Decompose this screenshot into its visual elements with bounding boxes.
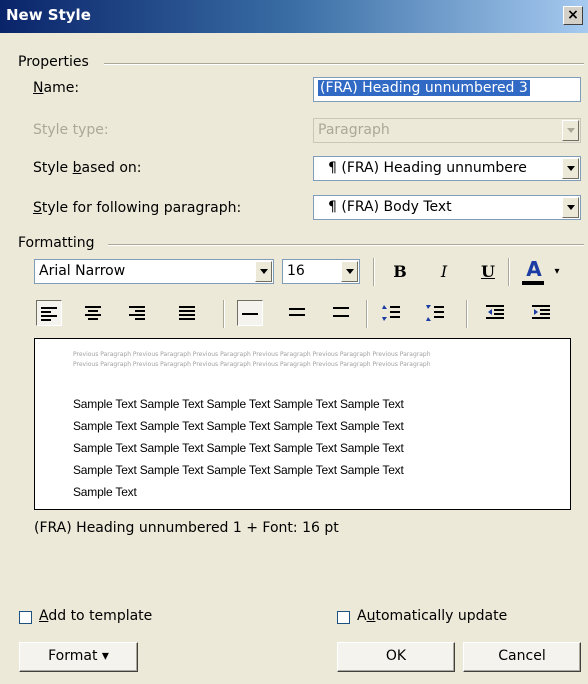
align-center-button[interactable]: [80, 300, 106, 326]
close-button[interactable]: ×: [563, 6, 583, 25]
align-left-button[interactable]: [36, 300, 62, 326]
style-type-label: Style type:: [33, 122, 109, 138]
justify-button[interactable]: [174, 300, 200, 326]
toolbar-separator: [373, 258, 375, 286]
increase-indent-button[interactable]: [528, 300, 554, 326]
cancel-button[interactable]: Cancel: [463, 642, 581, 672]
previous-paragraph-line: Previous Paragraph Previous Paragraph Pr…: [73, 361, 431, 368]
font-color-dropdown-arrow[interactable]: ▾: [550, 259, 564, 285]
font-color-bar: [522, 281, 544, 285]
add-to-template-label[interactable]: Add to template: [39, 608, 152, 624]
title-bar: New Style ×: [0, 0, 588, 33]
double-spacing-icon: [333, 307, 349, 317]
space-before-icon: [382, 305, 400, 321]
increase-indent-icon: [532, 305, 550, 319]
name-label: Name:: [33, 80, 80, 96]
align-right-button[interactable]: [124, 300, 150, 326]
style-based-on-dropdown[interactable]: ¶ (FRA) Heading unnumbere: [313, 156, 581, 181]
sample-text-line: Sample Text: [73, 485, 137, 499]
align-left-icon: [41, 307, 57, 321]
following-paragraph-dropdown[interactable]: ¶ (FRA) Body Text: [313, 195, 581, 220]
sample-text-line: Sample Text Sample Text Sample Text Samp…: [73, 463, 404, 477]
italic-button[interactable]: I: [431, 259, 457, 285]
chevron-down-icon[interactable]: [255, 261, 272, 282]
space-before-button[interactable]: [378, 300, 404, 326]
properties-group-label: Properties: [18, 54, 89, 70]
font-name-dropdown[interactable]: Arial Narrow: [34, 259, 274, 284]
formatting-divider: [108, 244, 584, 246]
single-spacing-icon: [242, 313, 258, 315]
formatting-group-label: Formatting: [18, 235, 95, 251]
chevron-down-icon: [562, 120, 579, 141]
name-field[interactable]: (FRA) Heading unnumbered 3: [313, 77, 581, 102]
chevron-down-icon[interactable]: [341, 261, 358, 282]
add-to-template-checkbox[interactable]: [19, 611, 32, 624]
space-after-button[interactable]: [422, 300, 448, 326]
close-icon: ×: [567, 7, 579, 23]
one-half-spacing-icon: [289, 308, 305, 316]
font-size-dropdown[interactable]: 16: [282, 259, 360, 284]
double-spacing-button[interactable]: [328, 300, 354, 326]
font-color-icon: A: [526, 257, 542, 281]
chevron-down-icon[interactable]: [562, 197, 579, 218]
toolbar-separator: [366, 300, 368, 328]
sample-text-line: Sample Text Sample Text Sample Text Samp…: [73, 419, 404, 433]
style-type-dropdown: Paragraph: [313, 118, 581, 143]
style-based-on-label: Style based on:: [33, 160, 142, 176]
ok-button[interactable]: OK: [337, 642, 455, 672]
align-center-icon: [85, 306, 101, 320]
decrease-indent-icon: [486, 305, 504, 319]
one-half-spacing-button[interactable]: [284, 300, 310, 326]
justify-icon: [179, 306, 195, 320]
sample-text-line: Sample Text Sample Text Sample Text Samp…: [73, 397, 404, 411]
format-button[interactable]: Format ▾: [19, 642, 138, 672]
properties-divider: [104, 63, 584, 65]
auto-update-checkbox[interactable]: [337, 611, 350, 624]
toolbar-separator: [508, 258, 510, 286]
space-after-icon: [426, 305, 444, 321]
align-right-icon: [129, 306, 145, 320]
following-paragraph-label: Style for following paragraph:: [33, 200, 242, 216]
sample-text-line: Sample Text Sample Text Sample Text Samp…: [73, 441, 404, 455]
auto-update-label[interactable]: Automatically update: [357, 608, 507, 624]
decrease-indent-button[interactable]: [482, 300, 508, 326]
font-color-button[interactable]: A: [518, 256, 550, 285]
toolbar-separator: [466, 300, 468, 328]
dialog-title: New Style: [6, 6, 91, 24]
underline-button[interactable]: U: [475, 259, 501, 285]
single-spacing-button[interactable]: [237, 300, 263, 326]
chevron-down-icon[interactable]: [562, 158, 579, 179]
style-description: (FRA) Heading unnumbered 1 + Font: 16 pt: [34, 520, 339, 536]
style-preview: Previous Paragraph Previous Paragraph Pr…: [34, 338, 571, 510]
toolbar-separator: [223, 300, 225, 328]
new-style-dialog: New Style × Properties Name: (FRA) Headi…: [0, 0, 588, 684]
previous-paragraph-line: Previous Paragraph Previous Paragraph Pr…: [73, 351, 431, 358]
bold-button[interactable]: B: [387, 259, 413, 285]
